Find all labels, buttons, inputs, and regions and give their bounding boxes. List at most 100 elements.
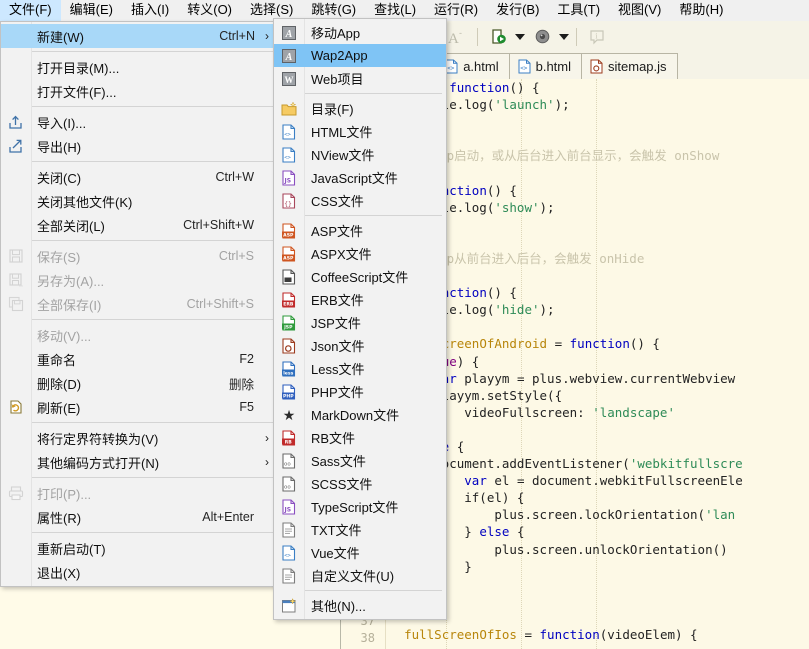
new-submenu-item[interactable]: W Web项目 [274, 67, 446, 90]
new-submenu-item[interactable]: ERB ERB文件 [274, 288, 446, 311]
js-file-icon: JS [274, 166, 304, 190]
new-submenu-item-label: Sass文件 [311, 454, 366, 469]
new-submenu-item[interactable]: <> HTML文件 [274, 120, 446, 143]
new-submenu-item[interactable]: ASP ASPX文件 [274, 242, 446, 265]
font-decrease-icon[interactable]: A - [443, 24, 471, 50]
file-menu-item[interactable]: 退出(X) [1, 560, 278, 584]
tab-a-html[interactable]: <> a.html [436, 53, 510, 79]
menu-item-label: 保存(S) [37, 249, 81, 265]
new-submenu-item[interactable]: JS TypeScript文件 [274, 495, 446, 518]
new-submenu-dropdown[interactable]: A 移动App A Wap2App W Web项目 目录(F) <> HTML文件 <> NView… [273, 18, 447, 620]
code-token: ); [539, 302, 555, 318]
file-menu-item[interactable]: 打开目录(M)... [1, 55, 278, 79]
menu-item-icon-slot [1, 165, 31, 189]
custom-file-icon [274, 564, 304, 588]
menu-publish[interactable]: 发行(B) [487, 0, 548, 21]
new-submenu-item[interactable]: 自定义文件(U) [274, 564, 446, 587]
svg-text:A: A [285, 29, 293, 40]
run-icon[interactable] [484, 24, 512, 50]
file-menu-item[interactable]: 将行定界符转换为(V) › [1, 426, 278, 450]
new-submenu-item[interactable]: ★ MarkDown文件 [274, 403, 446, 426]
svg-text:JSP: JSP [283, 324, 293, 330]
new-submenu-item[interactable]: TXT文件 [274, 518, 446, 541]
code-line: }) [389, 575, 809, 592]
new-submenu-item[interactable]: A 移动App [274, 21, 446, 44]
new-submenu-item[interactable]: JS JavaScript文件 [274, 166, 446, 189]
vue-file-icon: <> [274, 541, 304, 565]
code-line: fullScreenOfIos = function(videoElem) { [389, 626, 809, 643]
file-menu-item[interactable]: 全部关闭(L) Ctrl+Shift+W [1, 213, 278, 237]
menu-item-icon-slot [1, 55, 31, 79]
svg-text:ERB: ERB [283, 301, 294, 307]
new-submenu-item[interactable]: 目录(F) [274, 97, 446, 120]
code-token: fullScreenOfIos [404, 627, 517, 642]
print-icon [1, 481, 31, 505]
menu-view[interactable]: 视图(V) [609, 0, 670, 21]
file-menu-item[interactable]: 重命名 F2 [1, 347, 278, 371]
file-menu-item[interactable]: 重新启动(T) [1, 536, 278, 560]
app-a-icon: A [274, 44, 304, 68]
menu-separator [304, 215, 442, 216]
file-menu-item[interactable]: 导出(H) [1, 134, 278, 158]
menu-tools[interactable]: 工具(T) [548, 0, 609, 21]
file-menu-item[interactable]: 导入(I)... [1, 110, 278, 134]
tab-b-html[interactable]: <> b.html [508, 53, 583, 79]
menu-separator [31, 319, 274, 320]
jsp-file-icon: JSP [274, 311, 304, 335]
new-submenu-item[interactable]: JSP JSP文件 [274, 311, 446, 334]
new-submenu-item[interactable]: <> Vue文件 [274, 541, 446, 564]
menu-item-label: 关闭其他文件(K) [37, 194, 133, 210]
new-submenu-item[interactable]: {} CSS文件 [274, 189, 446, 212]
new-submenu-item[interactable]: ASP ASP文件 [274, 219, 446, 242]
new-submenu-item-label: ERB文件 [311, 293, 364, 308]
new-submenu-item[interactable]: CoffeeScript文件 [274, 265, 446, 288]
menu-insert[interactable]: 插入(I) [122, 0, 178, 21]
menu-item-label: 其他编码方式打开(N) [37, 455, 160, 471]
less-file-icon: less [274, 357, 304, 381]
menu-item-shortcut: Ctrl+W [215, 170, 254, 184]
new-submenu-item-label: HTML文件 [311, 125, 373, 140]
file-menu-dropdown[interactable]: 新建(W) Ctrl+N › 打开目录(M)... 打开文件(F)... 导入(I)...… [0, 21, 279, 587]
code-line: } [389, 558, 809, 575]
new-submenu-item[interactable]: RB RB文件 [274, 426, 446, 449]
code-token: function [569, 336, 630, 352]
menu-item-icon-slot [1, 450, 31, 474]
new-submenu-item[interactable]: PHP PHP文件 [274, 380, 446, 403]
code-line: console.log('hide'); [389, 301, 809, 318]
new-submenu-item[interactable]: Json文件 [274, 334, 446, 357]
new-submenu-item[interactable]: oo Sass文件 [274, 449, 446, 472]
new-submenu-item-label: 自定义文件(U) [311, 569, 395, 584]
tab-sitemap-js[interactable]: sitemap.js [581, 53, 678, 79]
menu-escape[interactable]: 转义(O) [178, 0, 241, 21]
file-menu-item[interactable]: 关闭其他文件(K) [1, 189, 278, 213]
export-icon [1, 134, 31, 158]
menu-edit[interactable]: 编辑(E) [61, 0, 122, 21]
publish-dropdown-chevron-down-icon[interactable] [557, 24, 571, 50]
new-submenu-item[interactable]: oo SCSS文件 [274, 472, 446, 495]
info-icon[interactable]: i [583, 24, 611, 50]
new-submenu-item[interactable]: 其他(N)... [274, 594, 446, 617]
new-submenu-item[interactable]: less Less文件 [274, 357, 446, 380]
menu-help[interactable]: 帮助(H) [670, 0, 732, 21]
file-menu-item[interactable]: 新建(W) Ctrl+N › [1, 24, 278, 48]
new-submenu-item[interactable]: <> NView文件 [274, 143, 446, 166]
refresh-icon [1, 395, 31, 419]
file-menu-item[interactable]: 属性(R) Alt+Enter [1, 505, 278, 529]
new-submenu-item[interactable]: A Wap2App [274, 44, 446, 67]
file-menu-item[interactable]: 删除(D) 删除 [1, 371, 278, 395]
code-token: function [449, 80, 510, 95]
file-menu-item[interactable]: 关闭(C) Ctrl+W [1, 165, 278, 189]
publish-icon[interactable] [528, 24, 556, 50]
file-menu-item[interactable]: 其他编码方式打开(N) › [1, 450, 278, 474]
file-menu-item[interactable]: 刷新(E) F5 [1, 395, 278, 419]
new-submenu-item-label: JSP文件 [311, 316, 361, 331]
run-dropdown-chevron-down-icon[interactable] [513, 24, 527, 50]
code-line: } else { [389, 523, 809, 540]
menu-separator [31, 422, 274, 423]
menu-file[interactable]: 文件(F) [0, 0, 61, 21]
file-menu-item[interactable]: 打开文件(F)... [1, 79, 278, 103]
code-line: console.log('show'); [389, 199, 809, 216]
